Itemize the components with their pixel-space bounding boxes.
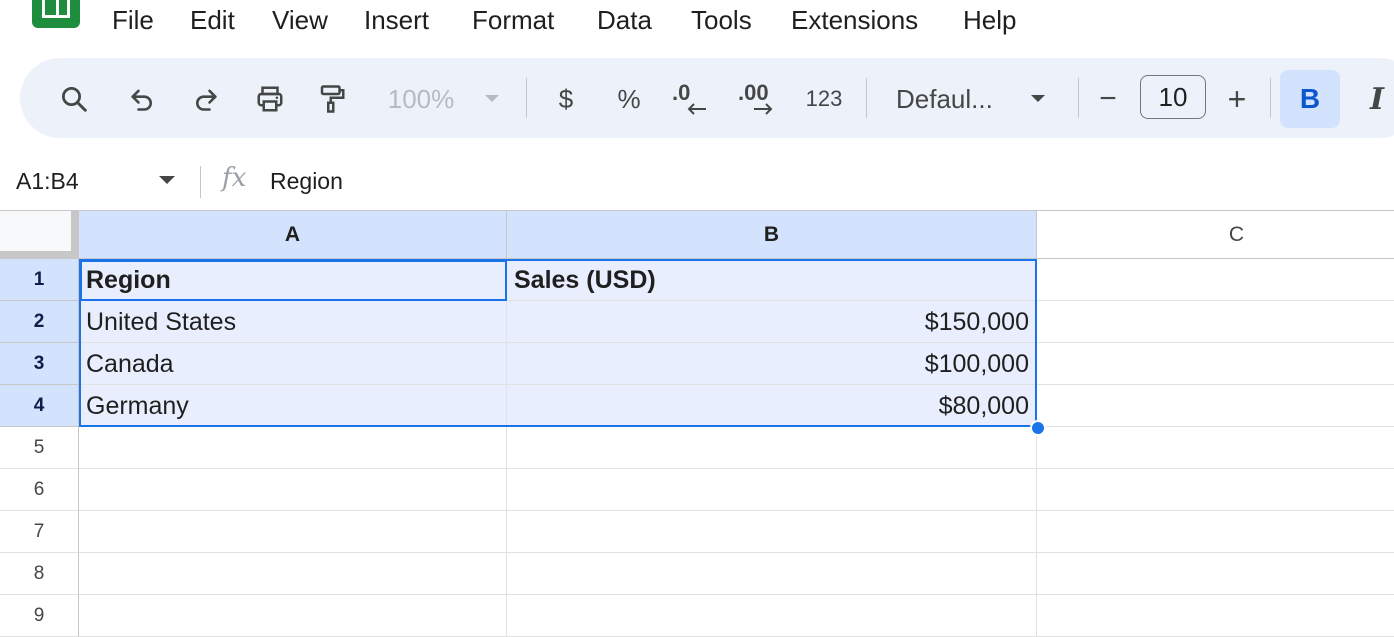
cell-b2[interactable]: $150,000 <box>507 301 1037 343</box>
cell-b7[interactable] <box>507 511 1037 553</box>
zoom-dropdown[interactable] <box>480 77 504 121</box>
cell-a7[interactable] <box>79 511 507 553</box>
menu-insert[interactable]: Insert <box>364 2 429 38</box>
cell-c3[interactable] <box>1037 343 1394 385</box>
cell-a9[interactable] <box>79 595 507 637</box>
cell-a2[interactable]: United States <box>79 301 507 343</box>
sheets-logo[interactable] <box>32 0 80 28</box>
cell-b1[interactable]: Sales (USD) <box>507 259 1037 301</box>
row-header-6[interactable]: 6 <box>0 469 79 511</box>
cell-c8[interactable] <box>1037 553 1394 595</box>
cell-a4[interactable]: Germany <box>79 385 507 427</box>
menu-extensions[interactable]: Extensions <box>791 2 918 38</box>
menu-view[interactable]: View <box>272 2 328 38</box>
column-header-c[interactable]: C <box>1037 211 1394 259</box>
arrow-left-icon <box>687 103 706 115</box>
row-header-5[interactable]: 5 <box>0 427 79 469</box>
print-button[interactable] <box>250 77 290 121</box>
search-icon <box>62 87 87 112</box>
select-all-corner[interactable] <box>0 211 79 259</box>
cell-b4[interactable]: $80,000 <box>507 385 1037 427</box>
chevron-down-icon <box>1031 95 1045 102</box>
print-icon <box>257 86 283 112</box>
more-formats-button[interactable]: 123 <box>802 77 846 121</box>
formula-input[interactable]: Region <box>270 165 343 197</box>
decrease-font-size-button[interactable]: − <box>1094 77 1122 121</box>
cell-c9[interactable] <box>1037 595 1394 637</box>
row-header-3[interactable]: 3 <box>0 343 79 385</box>
cell-b5[interactable] <box>507 427 1037 469</box>
font-family-dropdown[interactable] <box>1026 77 1050 121</box>
font-family-select[interactable]: Defaul... <box>896 77 1006 121</box>
formula-bar-divider <box>200 166 201 198</box>
cell-c1[interactable] <box>1037 259 1394 301</box>
menu-data[interactable]: Data <box>597 2 652 38</box>
zoom-value[interactable]: 100% <box>382 77 460 121</box>
cell-a1[interactable]: Region <box>79 259 507 301</box>
increase-decimal-label: .00 <box>738 80 769 105</box>
bold-button[interactable]: B <box>1280 70 1340 128</box>
chevron-down-icon <box>485 95 499 102</box>
name-box-dropdown[interactable] <box>158 170 176 195</box>
menu-file[interactable]: File <box>112 2 154 38</box>
fill-handle[interactable] <box>1030 420 1046 436</box>
row-header-8[interactable]: 8 <box>0 553 79 595</box>
toolbar-divider <box>526 78 527 118</box>
toolbar-divider <box>1078 78 1079 118</box>
redo-icon <box>195 89 217 111</box>
row-header-2[interactable]: 2 <box>0 301 79 343</box>
italic-button[interactable]: I <box>1362 70 1392 128</box>
paint-format-button[interactable] <box>314 77 350 121</box>
undo-button[interactable] <box>124 77 160 121</box>
cell-c2[interactable] <box>1037 301 1394 343</box>
cell-b8[interactable] <box>507 553 1037 595</box>
cell-b6[interactable] <box>507 469 1037 511</box>
percent-format-button[interactable]: % <box>614 77 644 121</box>
decrease-decimal-label: .0 <box>672 80 691 105</box>
column-header-b[interactable]: B <box>507 211 1037 259</box>
cell-a5[interactable] <box>79 427 507 469</box>
row-header-4[interactable]: 4 <box>0 385 79 427</box>
row-header-1[interactable]: 1 <box>0 259 79 301</box>
menu-help[interactable]: Help <box>963 2 1016 38</box>
toolbar-divider <box>866 78 867 118</box>
menu-tools[interactable]: Tools <box>691 2 752 38</box>
cell-a3[interactable]: Canada <box>79 343 507 385</box>
toolbar-divider <box>1270 78 1271 118</box>
increase-font-size-button[interactable]: + <box>1222 77 1252 121</box>
column-header-a[interactable]: A <box>79 211 507 259</box>
arrow-right-icon <box>754 103 773 115</box>
cell-b3[interactable]: $100,000 <box>507 343 1037 385</box>
currency-format-button[interactable]: $ <box>552 77 580 121</box>
undo-icon <box>131 89 153 111</box>
chevron-down-icon <box>159 176 175 184</box>
menu-edit[interactable]: Edit <box>190 2 235 38</box>
fx-icon: fx <box>222 163 247 193</box>
name-box[interactable]: A1:B4 <box>16 165 79 197</box>
search-menus-button[interactable] <box>56 77 92 121</box>
cell-a8[interactable] <box>79 553 507 595</box>
row-header-9[interactable]: 9 <box>0 595 79 637</box>
cell-c4[interactable] <box>1037 385 1394 427</box>
cell-b9[interactable] <box>507 595 1037 637</box>
menu-format[interactable]: Format <box>472 2 554 38</box>
increase-decimal-button[interactable]: .00 <box>738 77 780 121</box>
cell-a6[interactable] <box>79 469 507 511</box>
redo-button[interactable] <box>188 77 224 121</box>
row-header-7[interactable]: 7 <box>0 511 79 553</box>
decrease-decimal-button[interactable]: .0 <box>672 77 714 121</box>
cell-c5[interactable] <box>1037 427 1394 469</box>
paint-roller-icon <box>320 85 345 113</box>
cell-c7[interactable] <box>1037 511 1394 553</box>
cell-c6[interactable] <box>1037 469 1394 511</box>
font-size-input[interactable]: 10 <box>1140 75 1206 119</box>
